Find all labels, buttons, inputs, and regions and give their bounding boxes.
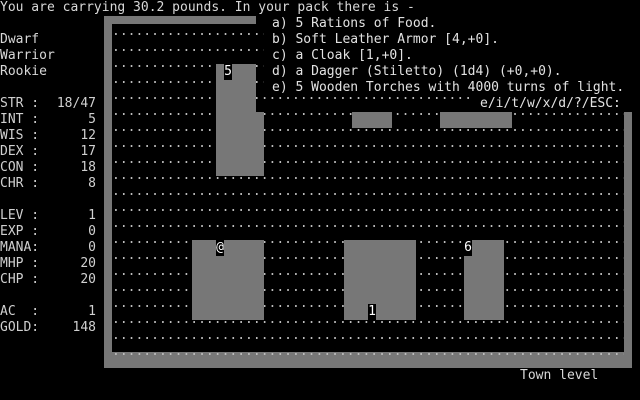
stats2-value-4: 20 [80,272,96,287]
character-title: Rookie [0,64,47,79]
building-top-mid [352,112,392,128]
inventory-item-b[interactable]: b) Soft Leather Armor [4,+0]. [272,32,499,48]
stats-value-2: 12 [80,128,96,143]
stats2-value-3: 20 [80,256,96,271]
stats2-label-4: CHP : [0,272,40,287]
character-race: Dwarf [0,32,40,47]
stats3-label-0: AC : [0,304,40,319]
map-border-right [624,112,632,368]
building-left [192,240,264,320]
floor-row: ........................................… [112,200,624,215]
floor-row: ........................................… [112,216,624,231]
inventory-item-d[interactable]: d) a Dagger (Stiletto) (1d4) (+0,+0). [272,64,562,80]
floor-row: ........................................… [112,328,624,343]
stats-label-4: CON : [0,160,40,175]
store-1-entrance[interactable]: 1 [368,304,376,320]
player-marker: @ [216,240,224,256]
floor-row: ........................................… [112,184,624,199]
floor-row: ........................................… [112,152,624,167]
floor-row: ........................................… [112,136,624,151]
store-5-entrance[interactable]: 5 [224,64,232,80]
floor-row: ........................................… [112,344,624,359]
inventory-item-e[interactable]: e) 5 Wooden Torches with 4000 turns of l… [272,80,624,96]
stats2-value-1: 0 [88,224,96,239]
stats3-value-0: 1 [88,304,96,319]
stats-value-1: 5 [88,112,96,127]
building-top-right [440,112,512,128]
stats-label-0: STR : [0,96,40,111]
stats-value-3: 17 [80,144,96,159]
stats2-label-0: LEV : [0,208,40,223]
stats-value-4: 18 [80,160,96,175]
floor-row: ........................................… [112,168,624,183]
dungeon-level: Town level [520,368,599,383]
status-message: You are carrying 30.2 pounds. In your pa… [0,0,415,15]
stats2-label-2: MANA: [0,240,40,255]
stats2-label-1: EXP : [0,224,40,239]
map-border-left [104,16,112,368]
stats-label-1: INT : [0,112,40,127]
store-5-building-lower [216,112,264,176]
inventory-item-a[interactable]: a) 5 Rations of Food. [272,16,436,32]
stats-label-5: CHR : [0,176,40,191]
stats3-label-1: GOLD: [0,320,40,335]
map-border-top [104,16,256,24]
store-6-entrance[interactable]: 6 [464,240,472,256]
store-5-building [216,64,256,112]
stats2-value-2: 0 [88,240,96,255]
character-class: Warrior [0,48,55,63]
stats2-value-0: 1 [88,208,96,223]
stats3-value-1: 148 [72,320,96,335]
command-prompt[interactable]: e/i/t/w/x/d/?/ESC: [480,96,621,112]
stats-value-0: 18/47 [56,96,96,111]
inventory-item-c[interactable]: c) a Cloak [1,+0]. [272,48,413,64]
stats-label-2: WIS : [0,128,40,143]
stats-value-5: 8 [88,176,96,191]
stats2-label-3: MHP : [0,256,40,271]
store-1-building [344,240,416,320]
stats-label-3: DEX : [0,144,40,159]
